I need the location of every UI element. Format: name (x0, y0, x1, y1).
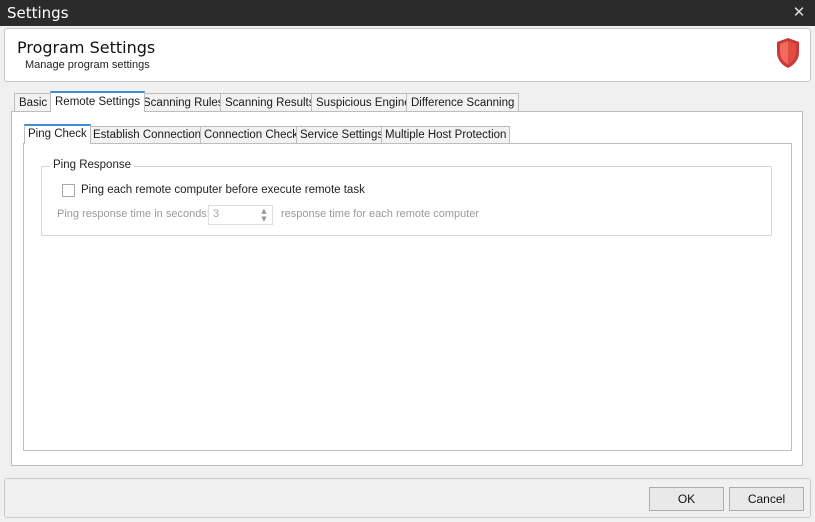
chevron-down-icon[interactable]: ▼ (259, 215, 269, 224)
tab-suspicious-engine[interactable]: Suspicious Engine (311, 93, 416, 112)
subtab-ping-check[interactable]: Ping Check (24, 124, 91, 144)
subtab-multiple-host-protection[interactable]: Multiple Host Protection (381, 126, 511, 144)
ping-check-panel: Ping Response Ping each remote computer … (23, 143, 792, 451)
page-title: Program Settings (17, 38, 156, 57)
ping-checkbox-label[interactable]: Ping each remote computer before execute… (81, 184, 365, 196)
subtab-connection-check[interactable]: Connection Check (200, 126, 302, 144)
title-bar: Settings ✕ (0, 0, 815, 26)
close-icon[interactable]: ✕ (791, 3, 807, 21)
ping-time-spinner[interactable]: 3 ▲ ▼ (208, 205, 273, 225)
subtab-establish-connections[interactable]: Establish Connections (89, 126, 211, 144)
shield-icon (777, 38, 799, 68)
ping-checkbox[interactable] (62, 184, 75, 197)
window-title: Settings (7, 4, 69, 22)
cancel-button[interactable]: Cancel (729, 487, 804, 511)
ping-time-value[interactable]: 3 (213, 208, 219, 220)
ping-time-suffix: response time for each remote computer (281, 208, 480, 220)
tab-basic[interactable]: Basic (14, 93, 53, 112)
ping-response-group: Ping Response Ping each remote computer … (41, 159, 772, 236)
group-label: Ping Response (50, 159, 134, 171)
tab-remote-settings[interactable]: Remote Settings (50, 91, 146, 112)
subtab-service-settings[interactable]: Service Settings (296, 126, 388, 144)
remote-settings-panel: Ping Check Establish Connections Connect… (11, 111, 803, 466)
header-panel: Program Settings Manage program settings (4, 28, 811, 82)
footer-bar: OK Cancel (4, 478, 811, 518)
page-subtitle: Manage program settings (25, 59, 150, 71)
tab-difference-scanning[interactable]: Difference Scanning (406, 93, 520, 112)
ping-time-label: Ping response time in seconds: (57, 208, 210, 220)
ok-button[interactable]: OK (649, 487, 724, 511)
tab-scanning-rules[interactable]: Scanning Rules (138, 93, 229, 112)
tab-scanning-results[interactable]: Scanning Results (220, 93, 320, 112)
